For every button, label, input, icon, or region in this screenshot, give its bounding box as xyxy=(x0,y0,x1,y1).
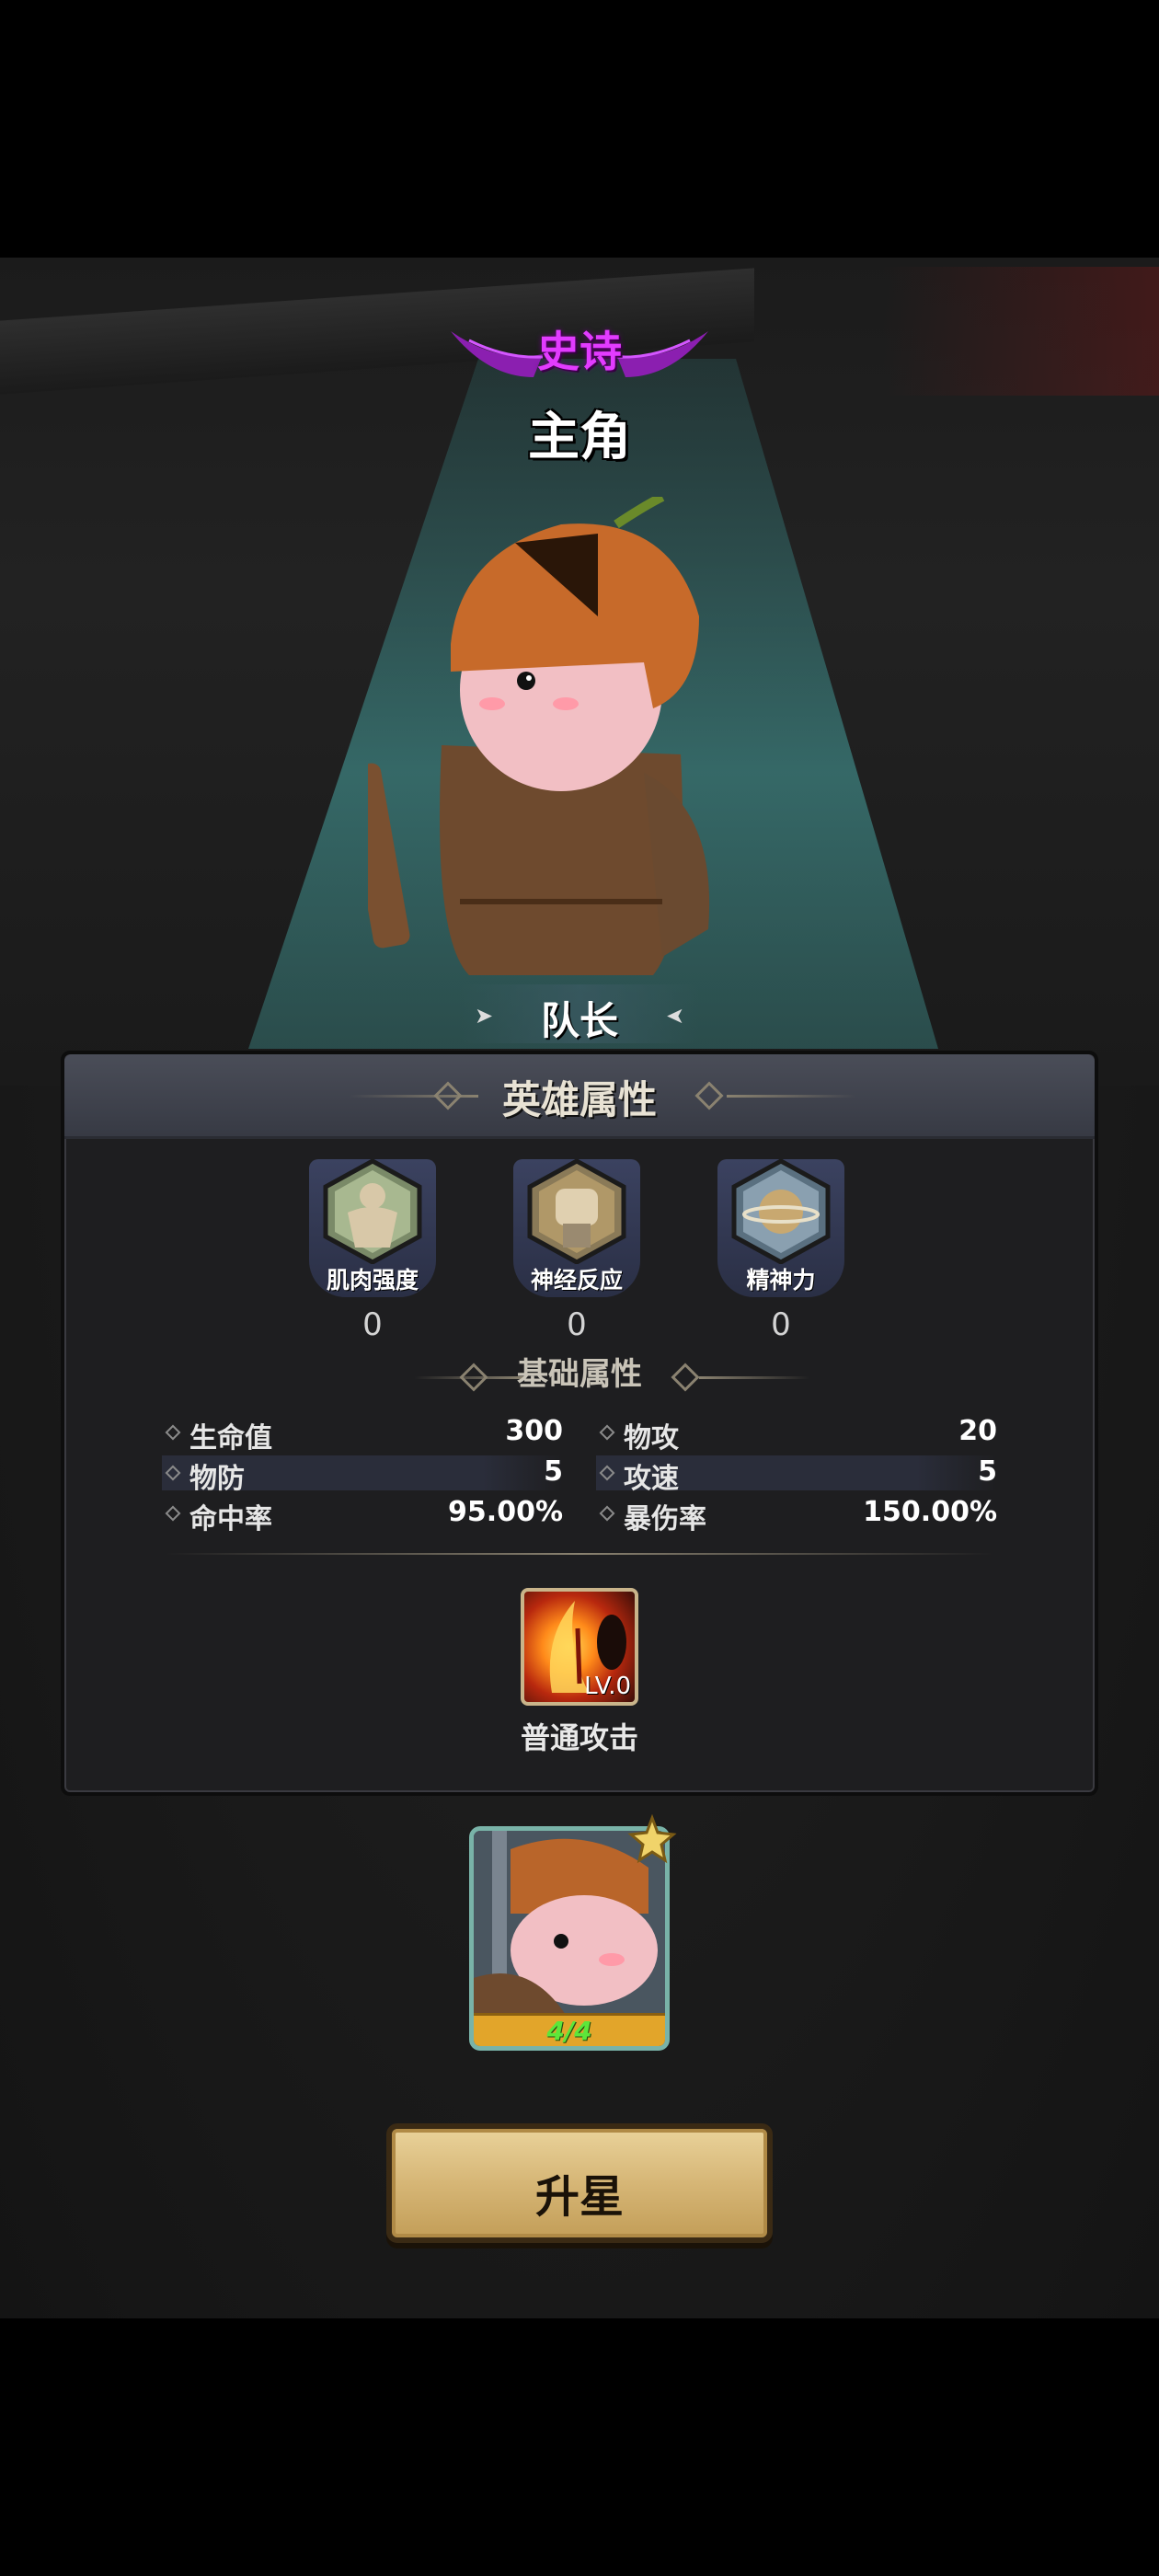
upgrade-star-button[interactable]: 升星 xyxy=(386,2123,773,2243)
fragment-counter: 4/4 xyxy=(474,2013,665,2046)
puzzle-piece-icon xyxy=(627,1814,677,1864)
attribute-label: 神经反应 xyxy=(530,1267,623,1294)
stat-value: 300 xyxy=(505,1415,563,1447)
divider xyxy=(727,1095,855,1098)
diamond-icon xyxy=(165,1505,181,1522)
panel-header: 英雄属性 xyxy=(64,1054,1095,1139)
attribute-spirit[interactable]: 精神力 0 xyxy=(712,1159,850,1343)
hero-name: 主角 xyxy=(528,408,631,467)
stat-name: 命中率 xyxy=(189,1503,272,1535)
role-bar: ➤ 队长 ➤ xyxy=(460,984,699,1043)
stat-name: 暴伤率 xyxy=(624,1503,706,1535)
diamond-icon xyxy=(165,1465,181,1481)
skill-level: LV.0 xyxy=(584,1673,631,1700)
hero-attributes-panel: 英雄属性 肌肉强度 0 神经反应 0 精神力 0 基础属性 生命值 300 物攻… xyxy=(61,1051,1098,1796)
rarity-label: 史诗 xyxy=(537,327,622,376)
diamond-icon xyxy=(599,1505,615,1522)
attribute-label: 肌肉强度 xyxy=(326,1267,419,1294)
stat-value: 20 xyxy=(958,1415,997,1447)
panel-title: 英雄属性 xyxy=(501,1077,657,1122)
stat-name: 物攻 xyxy=(624,1422,679,1455)
hero-character-image xyxy=(368,497,710,975)
divider xyxy=(699,1376,809,1379)
divider xyxy=(166,1553,993,1555)
attribute-label: 精神力 xyxy=(746,1267,816,1294)
arrow-left-icon: ➤ xyxy=(665,1003,684,1029)
muscle-icon xyxy=(323,1159,422,1264)
stat-row: 物防 5 xyxy=(162,1455,563,1495)
basic-attributes-title: 基础属性 xyxy=(517,1356,642,1393)
attribute-value: 0 xyxy=(567,1306,587,1343)
stat-value: 150.00% xyxy=(863,1496,997,1528)
diamond-icon xyxy=(165,1424,181,1441)
diamond-icon xyxy=(599,1465,615,1481)
skill-name: 普通攻击 xyxy=(520,1720,638,1755)
stat-row: 物攻 20 xyxy=(596,1415,997,1455)
stat-value: 5 xyxy=(544,1455,563,1488)
stat-name: 生命值 xyxy=(189,1422,272,1455)
stat-name: 攻速 xyxy=(624,1463,679,1495)
stat-row: 生命值 300 xyxy=(162,1415,563,1455)
stat-row: 命中率 95.00% xyxy=(162,1496,563,1535)
skill-button[interactable]: LV.0 xyxy=(521,1588,638,1706)
rarity-banner: 史诗 xyxy=(442,313,717,396)
stat-name: 物防 xyxy=(189,1463,245,1495)
stat-row: 攻速 5 xyxy=(596,1455,997,1495)
stat-value: 5 xyxy=(978,1455,997,1488)
attribute-reflex[interactable]: 神经反应 0 xyxy=(508,1159,646,1343)
planet-icon xyxy=(731,1159,831,1264)
diamond-icon xyxy=(599,1424,615,1441)
upgrade-star-label: 升星 xyxy=(534,2171,624,2223)
role-label: 队长 xyxy=(540,998,618,1043)
attribute-value: 0 xyxy=(362,1306,383,1343)
stat-row: 暴伤率 150.00% xyxy=(596,1496,997,1535)
attribute-muscle[interactable]: 肌肉强度 0 xyxy=(304,1159,442,1343)
stat-value: 95.00% xyxy=(448,1496,563,1528)
attribute-value: 0 xyxy=(771,1306,791,1343)
fist-icon xyxy=(527,1159,626,1264)
